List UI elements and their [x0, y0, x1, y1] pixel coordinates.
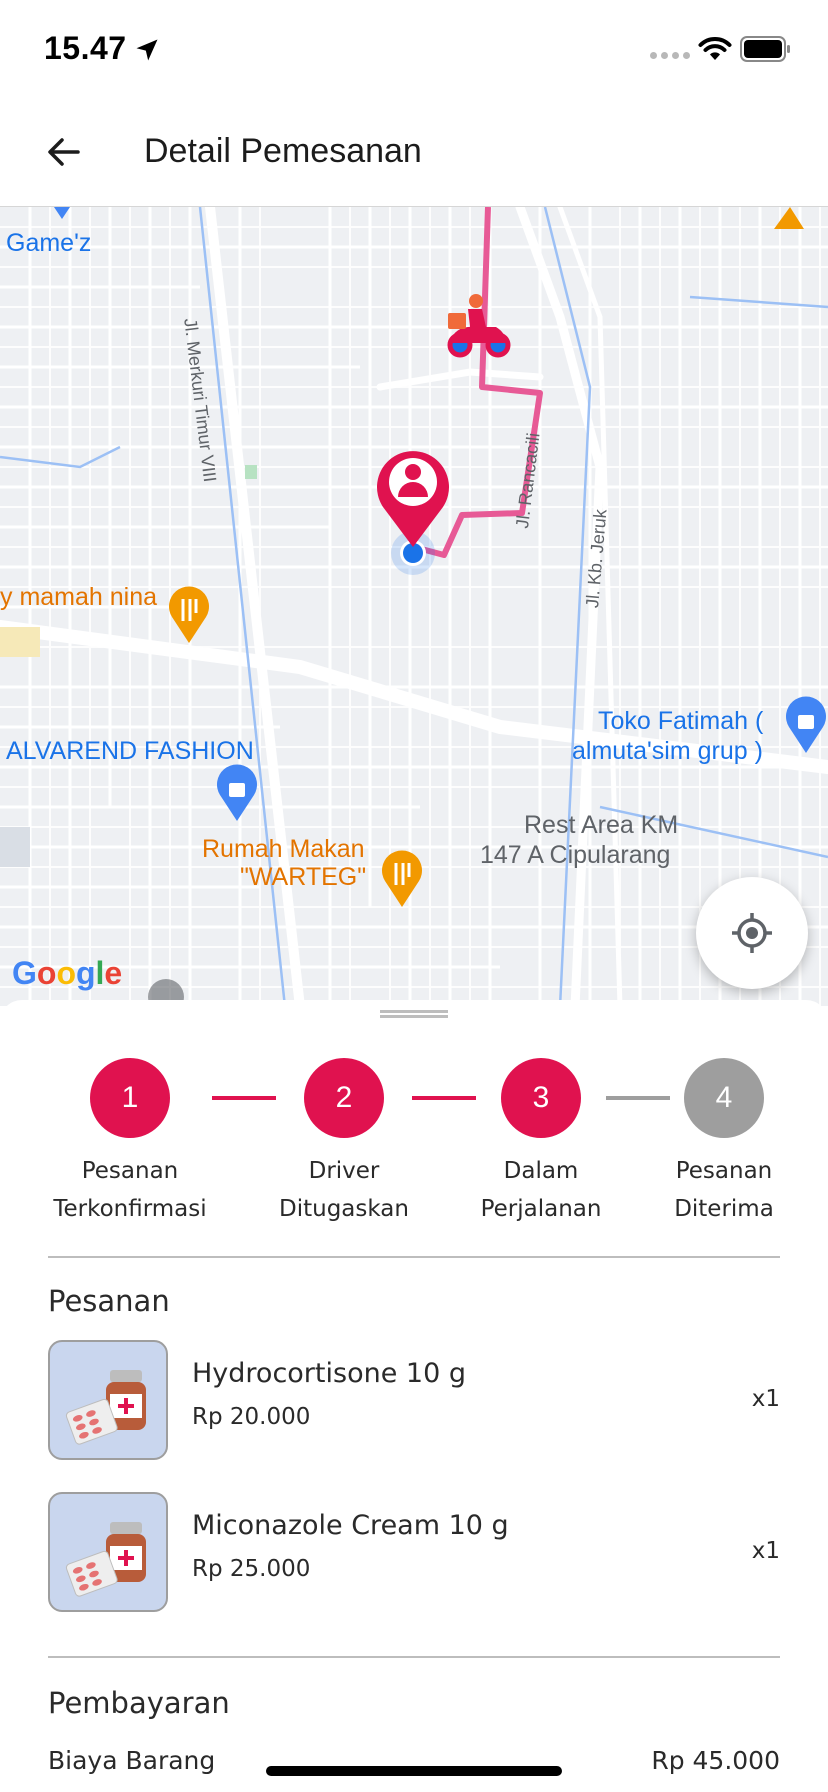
step-received: 4 Pesanan Diterima: [634, 1058, 814, 1228]
map-label-gamez: Game'z: [6, 229, 92, 257]
item-price: Rp 20.000: [192, 1404, 311, 1430]
app-bar: Detail Pemesanan: [0, 110, 828, 206]
item-name: Hydrocortisone 10 g: [192, 1358, 466, 1389]
step-label: Pesanan Diterima: [674, 1158, 774, 1222]
step-number: 3: [501, 1058, 581, 1138]
item-quantity: x1: [751, 1538, 780, 1564]
wifi-icon: [698, 37, 732, 60]
order-item[interactable]: Hydrocortisone 10 g Rp 20.000 x1: [48, 1340, 780, 1460]
recenter-location-button[interactable]: [696, 877, 808, 989]
step-on-the-way: 3 Dalam Perjalanan: [451, 1058, 631, 1228]
step-driver-assigned: 2 Driver Ditugaskan: [254, 1058, 434, 1228]
restaurant-pin-icon-2: [382, 850, 423, 907]
order-section-title: Pesanan: [48, 1284, 170, 1318]
driver-scooter-icon: [447, 294, 511, 358]
cellular-signal-icon: [650, 52, 690, 59]
item-name: Miconazole Cream 10 g: [192, 1510, 509, 1541]
payment-section-title: Pembayaran: [48, 1686, 230, 1720]
sheet-drag-handle[interactable]: [380, 1010, 448, 1018]
status-bar: 15.47: [0, 0, 828, 100]
battery-icon: [740, 36, 790, 62]
step-label: Dalam Perjalanan: [480, 1158, 602, 1222]
location-arrow-icon: [136, 39, 158, 61]
map-label-alvarend-fashion: ALVAREND FASHION: [6, 737, 254, 765]
map-label-rest-area: Rest Area KM: [524, 811, 679, 839]
step-confirmed: 1 Pesanan Terkonfirmasi: [40, 1058, 220, 1228]
step-number: 1: [90, 1058, 170, 1138]
divider: [48, 1656, 780, 1658]
order-status-stepper: 1 Pesanan Terkonfirmasi 2 Driver Ditugas…: [0, 1058, 828, 1222]
payment-value: Rp 45.000: [651, 1746, 780, 1775]
item-quantity: x1: [751, 1386, 780, 1412]
item-price: Rp 25.000: [192, 1556, 311, 1582]
map-view[interactable]: Game'z Jl. Merkuri Timur VIII Jl. Rancac…: [0, 206, 828, 1006]
map-label-mamah-nina: y mamah nina: [0, 583, 158, 611]
map-label-toko-fatimah: Toko Fatimah (: [598, 707, 764, 735]
arrow-left-icon: [48, 138, 80, 166]
home-indicator[interactable]: [266, 1766, 562, 1776]
order-detail-sheet: 1 Pesanan Terkonfirmasi 2 Driver Ditugas…: [0, 1000, 828, 1792]
step-label: Driver Ditugaskan: [279, 1158, 409, 1222]
map-label-rest-area-line2: 147 A Cipularang: [480, 841, 671, 869]
page-title: Detail Pemesanan: [144, 132, 422, 170]
my-location-icon: [732, 913, 772, 953]
payment-label: Biaya Barang: [48, 1746, 216, 1775]
step-label: Pesanan Terkonfirmasi: [53, 1158, 207, 1222]
divider: [48, 1256, 780, 1258]
map-label-rumah-makan-line2: "WARTEG": [240, 863, 367, 891]
destination-pin-icon: [376, 451, 450, 547]
step-number: 4: [684, 1058, 764, 1138]
order-item[interactable]: Miconazole Cream 10 g Rp 25.000 x1: [48, 1492, 780, 1612]
map-label-rumah-makan: Rumah Makan: [202, 835, 365, 863]
medicine-icon: [48, 1492, 168, 1612]
map-label-toko-fatimah-line2: almuta'sim grup ): [572, 737, 763, 765]
shopping-bag-pin-icon: [217, 764, 257, 821]
step-number: 2: [304, 1058, 384, 1138]
google-logo: Google: [12, 955, 123, 991]
restaurant-pin-icon: [169, 586, 210, 643]
status-time: 15.47: [44, 30, 127, 66]
back-button[interactable]: [42, 130, 86, 174]
medicine-icon: [48, 1340, 168, 1460]
